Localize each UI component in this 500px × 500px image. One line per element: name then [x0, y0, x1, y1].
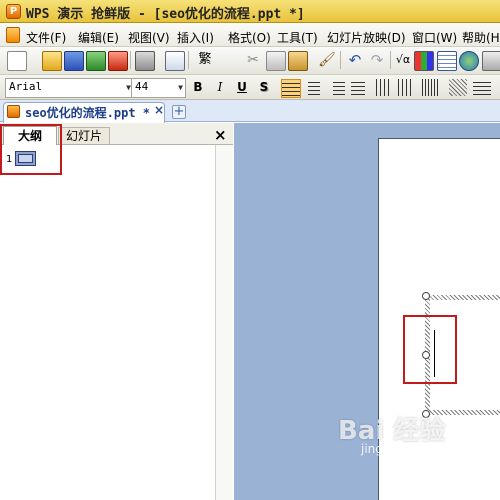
insert-chart-icon[interactable] — [414, 51, 434, 71]
text-shadow-button[interactable]: S — [255, 79, 273, 96]
annotation-highlight-box — [0, 124, 62, 175]
menu-edit[interactable]: 编辑(E) — [78, 29, 119, 46]
bold-button[interactable]: B — [189, 79, 207, 96]
font-family-value: Arial — [9, 80, 43, 93]
chevron-down-icon[interactable]: ▼ — [178, 80, 183, 96]
export-pdf-icon[interactable] — [108, 51, 128, 71]
menu-tools[interactable]: 工具(T) — [277, 29, 318, 46]
tab-slides[interactable]: 幻灯片 — [58, 127, 110, 144]
font-size-select[interactable]: 44 ▼ — [131, 78, 186, 98]
hyperlink-globe-icon[interactable] — [459, 51, 479, 71]
window-title: WPS 演示 抢鲜版 - [seo优化的流程.ppt *] — [26, 7, 305, 22]
menu-slideshow[interactable]: 幻灯片放映(D) — [327, 29, 406, 46]
numbering-icon[interactable] — [449, 79, 467, 96]
align-right-icon[interactable] — [327, 79, 345, 96]
underline-button[interactable]: U — [233, 79, 251, 96]
justify-icon[interactable] — [349, 79, 367, 96]
outline-panel — [0, 123, 233, 500]
font-family-select[interactable]: Arial ▼ — [5, 78, 134, 98]
toolbar-separator — [390, 51, 391, 69]
insert-table-icon[interactable] — [437, 51, 457, 71]
menu-format[interactable]: 格式(O) — [228, 29, 271, 46]
menu-file[interactable]: 文件(F) — [26, 29, 66, 46]
print-icon[interactable] — [135, 51, 155, 71]
menu-help[interactable]: 帮助(H) — [462, 29, 500, 46]
distribute-icon[interactable] — [373, 79, 391, 96]
resize-handle[interactable] — [422, 292, 430, 300]
watermark-url: jingyan.baidu.com — [361, 442, 472, 456]
traditional-chinese-button[interactable]: 繁 — [196, 51, 214, 69]
annotation-highlight-box — [403, 315, 457, 384]
redo-icon[interactable]: ↷ — [368, 51, 386, 69]
undo-icon[interactable]: ↶ — [346, 51, 364, 69]
menu-window[interactable]: 窗口(W) — [412, 29, 457, 46]
close-panel-icon[interactable]: × — [214, 126, 227, 144]
columns-icon[interactable] — [395, 79, 413, 96]
menu-view[interactable]: 视图(V) — [128, 29, 170, 46]
toolbar-separator — [340, 51, 341, 69]
align-center-icon[interactable] — [305, 79, 323, 96]
save-icon[interactable] — [64, 51, 84, 71]
paste-icon[interactable] — [288, 51, 308, 71]
insert-formula-button[interactable]: √α — [394, 51, 412, 69]
new-document-icon[interactable] — [7, 51, 27, 71]
close-tab-icon[interactable]: × — [154, 103, 164, 117]
format-painter-icon[interactable]: 🖌 — [318, 51, 336, 69]
italic-button[interactable]: I — [211, 79, 229, 96]
new-tab-button[interactable]: + — [172, 105, 186, 119]
toolbar-overflow-icon[interactable] — [482, 51, 500, 71]
toolbar-separator — [130, 51, 131, 69]
panel-scroll-area[interactable] — [215, 145, 233, 500]
text-direction-icon[interactable] — [420, 79, 438, 96]
export-icon[interactable] — [86, 51, 106, 71]
toolbar-separator — [188, 51, 189, 69]
bullets-icon[interactable] — [473, 79, 491, 96]
menu-insert[interactable]: 插入(I) — [177, 29, 214, 46]
document-icon[interactable] — [6, 27, 20, 43]
presentation-file-icon — [7, 105, 20, 118]
print-preview-icon[interactable] — [165, 51, 185, 71]
cut-icon[interactable]: ✂ — [244, 51, 262, 69]
open-folder-icon[interactable] — [42, 51, 62, 71]
align-left-icon[interactable] — [281, 79, 301, 98]
copy-icon[interactable] — [266, 51, 286, 71]
font-size-value: 44 — [135, 80, 149, 93]
document-tab-label[interactable]: seo优化的流程.ppt * — [25, 104, 150, 121]
wps-presentation-app-icon[interactable]: P — [6, 4, 21, 19]
